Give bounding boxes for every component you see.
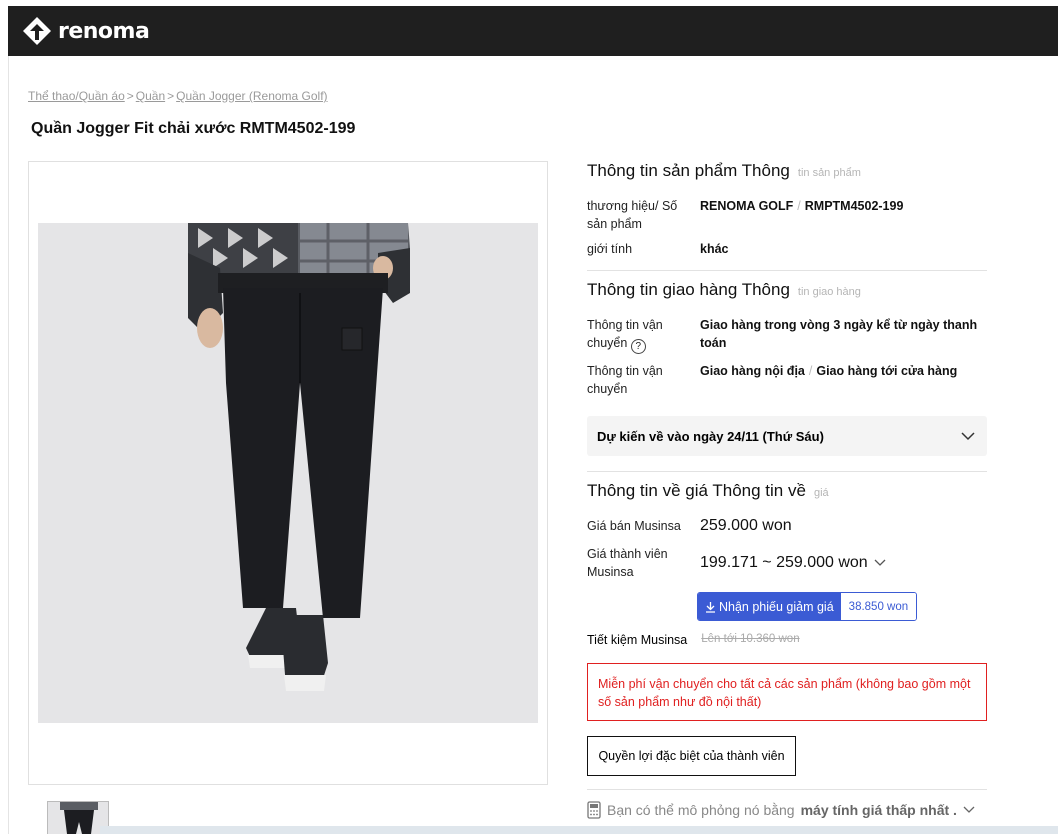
bottom-scroll-strip: [100, 826, 1058, 834]
brand-value: RENOMA GOLF / RMPTM4502-199: [700, 199, 904, 213]
shipping-row-2: Thông tin vận chuyển Giao hàng nội địa / G…: [587, 362, 987, 398]
shipping-info-title: Thông tin giao hàng Thông tin giao hàng: [587, 280, 861, 299]
gender-label: giới tính: [587, 242, 633, 256]
gender-row: giới tính khác: [587, 240, 987, 258]
savings-value: Lên tới 10.360 won: [701, 633, 800, 645]
divider: [587, 270, 987, 271]
chevron-down-icon: [963, 806, 975, 813]
coupon-button[interactable]: Nhận phiếu giảm giá 38.850 won: [697, 592, 918, 621]
product-image-frame: [28, 161, 548, 785]
price-calculator-row[interactable]: Bạn có thể mô phỏng nó bằng máy tính giá…: [587, 801, 975, 819]
product-info-title: Thông tin sản phẩm Thông tin sản phẩm: [587, 161, 861, 180]
logo-text: renoma: [58, 18, 150, 44]
shipping-label-2: Thông tin vận chuyển: [587, 364, 663, 396]
member-benefits-button[interactable]: Quyền lợi đặc biệt của thành viên: [587, 736, 796, 776]
gender-value: khác: [700, 242, 729, 256]
product-photo-illustration: [38, 223, 538, 723]
download-icon: [706, 601, 715, 613]
brand-row: thương hiệu/ Số sản phẩm RENOMA GOLF / RMP…: [587, 197, 987, 233]
breadcrumb-item-sports[interactable]: Thể thao/Quần áo: [28, 89, 125, 103]
product-photo[interactable]: [38, 223, 538, 723]
coupon-button-label: Nhận phiếu giảm giá: [698, 593, 841, 620]
brand-link[interactable]: RENOMA GOLF: [700, 199, 793, 213]
sale-price-label: Giá bán Musinsa: [587, 519, 681, 533]
shipping-row-1: Thông tin vận chuyển ? Giao hàng trong v…: [587, 316, 987, 354]
top-bar: renoma: [8, 6, 1058, 56]
divider: [587, 471, 987, 472]
calculator-icon: [587, 801, 601, 819]
savings-row: Tiết kiệm Musinsa Lên tới 10.360 won: [587, 633, 800, 647]
logo[interactable]: renoma: [22, 16, 150, 46]
question-icon[interactable]: ?: [630, 339, 646, 354]
member-price-label: Giá thành viên Musinsa: [587, 547, 668, 579]
sale-price-row: Giá bán Musinsa 259.000 won: [587, 517, 987, 535]
coupon-amount: 38.850 won: [840, 593, 917, 620]
shipping-value-1: Giao hàng trong vòng 3 ngày kể từ ngày t…: [700, 318, 978, 350]
member-price-dropdown[interactable]: 199.171 ~ 259.000 won: [700, 545, 987, 581]
sku-value: RMPTM4502-199: [804, 199, 904, 213]
chevron-down-icon: [961, 432, 975, 441]
breadcrumb-item-jogger[interactable]: Quần Jogger (Renoma Golf): [176, 89, 327, 103]
expected-delivery-dropdown[interactable]: Dự kiến về vào ngày 24/11 (Thứ Sáu): [587, 416, 987, 456]
divider: [587, 789, 987, 790]
price-info-title: Thông tin về giá Thông tin về giá: [587, 481, 829, 500]
page-border: [8, 56, 9, 834]
breadcrumb: Thể thao/Quần áo > Quần > Quần Jogger (Renom…: [28, 89, 328, 103]
page: Thể thao/Quần áo > Quần > Quần Jogger (Renom…: [8, 56, 1058, 834]
breadcrumb-item-pants[interactable]: Quần: [136, 89, 165, 103]
sale-price-value: 259.000 won: [700, 517, 792, 534]
brand-label: thương hiệu/ Số sản phẩm: [587, 199, 678, 231]
shipping-value-2: Giao hàng nội địa / Giao hàng tới cửa hàng: [700, 364, 958, 378]
member-price-value: 199.171 ~ 259.000 won: [700, 554, 868, 571]
expected-delivery-text: Dự kiến về vào ngày 24/11 (Thứ Sáu): [597, 428, 824, 444]
page-title: Quần Jogger Fit chải xước RMTM4502-199: [31, 120, 356, 137]
chevron-down-icon: [874, 559, 886, 566]
free-shipping-notice: Miễn phí vận chuyển cho tất cả các sản p…: [587, 663, 987, 721]
shipping-label-1: Thông tin vận chuyển ?: [587, 318, 663, 354]
savings-label: Tiết kiệm Musinsa: [587, 633, 688, 647]
member-price-row: Giá thành viên Musinsa 199.171 ~ 259.000…: [587, 545, 987, 581]
renoma-logo-icon: [23, 17, 51, 45]
